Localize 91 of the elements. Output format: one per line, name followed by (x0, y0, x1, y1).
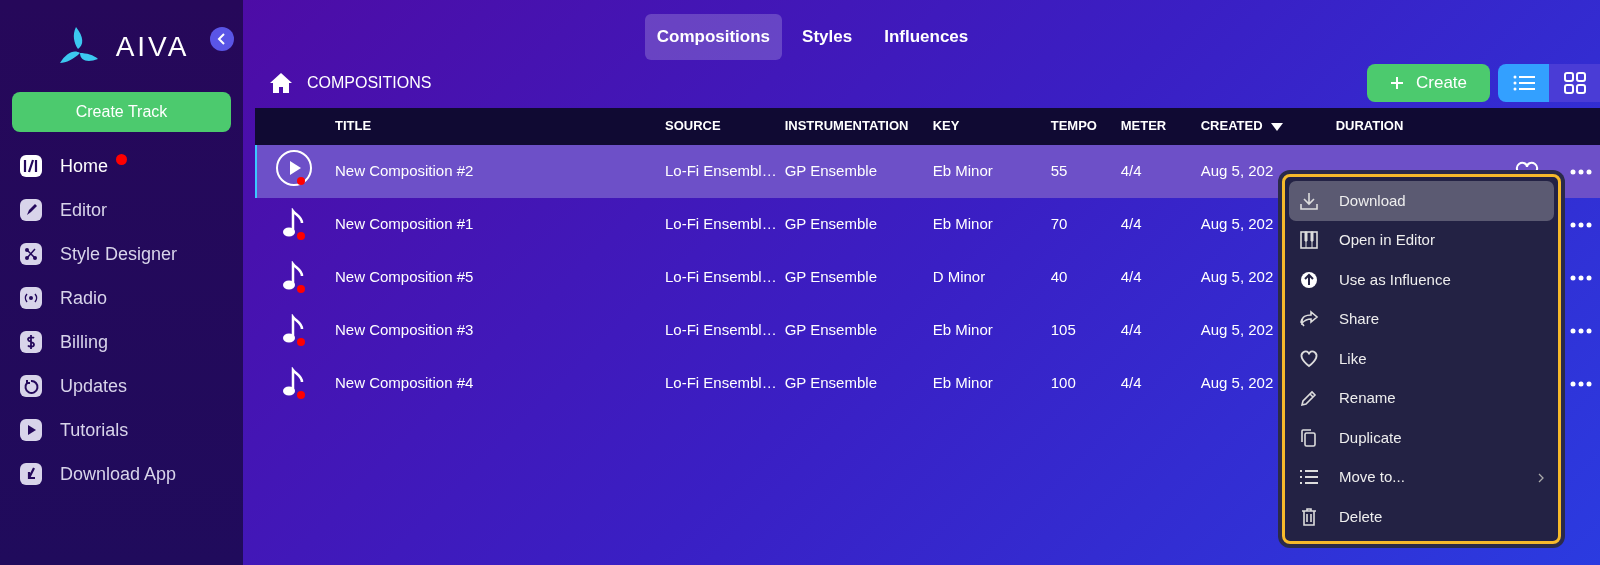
table-cell: Eb Minor (932, 320, 993, 338)
composition-title: New Composition #1 (335, 214, 474, 232)
sidebar-item[interactable]: Tutorials (12, 408, 231, 452)
table-cell: D Minor (932, 267, 986, 285)
music-note-icon[interactable] (282, 260, 306, 291)
composition-title: New Composition #2 (335, 161, 474, 179)
sidebar-item[interactable]: Updates (12, 364, 231, 408)
column-header[interactable]: CREATED (1200, 118, 1263, 134)
breadcrumb-text: COMPOSITIONS (307, 72, 432, 93)
table-cell: Lo-Fi Ensembl… (665, 161, 777, 179)
heart-icon (1299, 348, 1319, 369)
table-cell: 4/4 (1120, 214, 1142, 232)
tab[interactable]: Compositions (644, 14, 783, 60)
table-cell: Aug 5, 202 (1200, 267, 1274, 285)
table-cell: GP Ensemble (784, 373, 877, 391)
menu-item[interactable]: Rename (1289, 378, 1554, 418)
table-cell: 100 (1050, 373, 1076, 391)
music-note-icon[interactable] (282, 207, 306, 238)
download-icon (1299, 190, 1319, 211)
column-header[interactable]: TITLE (335, 118, 372, 134)
table-cell: 40 (1050, 267, 1068, 285)
sort-arrow-icon[interactable] (1270, 121, 1283, 132)
more-icon[interactable] (1570, 168, 1592, 175)
sidebar-item[interactable]: Editor (12, 188, 231, 232)
pencil-icon (20, 199, 42, 221)
chevron-icon (1538, 473, 1544, 484)
table-cell: 4/4 (1120, 373, 1142, 391)
composition-title: New Composition #3 (335, 320, 474, 338)
table-cell: 55 (1050, 161, 1068, 179)
table-cell: Lo-Fi Ensembl… (665, 373, 777, 391)
menu-item[interactable]: Delete (1289, 497, 1554, 537)
menu-item[interactable]: Like (1289, 339, 1554, 379)
nodes-icon (20, 243, 42, 265)
refresh-icon (20, 375, 42, 397)
download-icon (20, 463, 42, 485)
upload-icon (1299, 269, 1319, 290)
table-cell: Aug 5, 202 (1200, 214, 1274, 232)
logo-text: AIVA (115, 30, 190, 64)
table-cell: Aug 5, 202 (1200, 373, 1274, 391)
table-cell: GP Ensemble (784, 320, 877, 338)
table-cell: Lo-Fi Ensembl… (665, 214, 777, 232)
table-cell: 4/4 (1120, 161, 1142, 179)
menu-item[interactable]: Download (1289, 181, 1554, 221)
table-cell: GP Ensemble (784, 267, 877, 285)
trash-icon (1299, 506, 1319, 527)
table-cell: GP Ensemble (784, 214, 877, 232)
table-cell: 4/4 (1120, 320, 1142, 338)
sidebar-item[interactable]: Download App (12, 452, 231, 496)
music-note-icon[interactable] (282, 313, 306, 344)
table-cell: Eb Minor (932, 214, 993, 232)
tab[interactable]: Styles (790, 14, 865, 60)
table-cell: Aug 5, 202 (1200, 320, 1274, 338)
more-icon[interactable] (1570, 327, 1592, 334)
table-cell: 105 (1050, 320, 1076, 338)
grid-view-button[interactable] (1549, 63, 1600, 102)
tab[interactable]: Influences (872, 14, 981, 60)
sidebar-item[interactable]: Radio (12, 276, 231, 320)
table-cell: Eb Minor (932, 373, 993, 391)
column-header[interactable]: SOURCE (665, 118, 721, 134)
menu-item[interactable]: Move to... (1289, 457, 1554, 497)
grid-icon[interactable] (1563, 71, 1586, 94)
more-icon[interactable] (1570, 274, 1592, 281)
menu-item[interactable]: Use as Influence (1289, 260, 1554, 300)
table-cell: 4/4 (1120, 267, 1142, 285)
table-cell: Lo-Fi Ensembl… (665, 320, 777, 338)
column-header[interactable]: KEY (932, 118, 960, 134)
radio-icon (20, 287, 42, 309)
music-note-icon[interactable] (282, 366, 306, 397)
play-icon[interactable] (275, 148, 313, 187)
sidebar-item[interactable]: Billing (12, 320, 231, 364)
more-icon[interactable] (1570, 380, 1592, 387)
copy-icon (1299, 427, 1319, 448)
piano-icon (1299, 230, 1319, 251)
composition-title: New Composition #4 (335, 373, 474, 391)
table-cell: Lo-Fi Ensembl… (665, 267, 777, 285)
collapse-button[interactable] (210, 27, 234, 51)
composition-title: New Composition #5 (335, 267, 474, 285)
dollar-icon (20, 331, 42, 353)
table-cell: 70 (1050, 214, 1068, 232)
sidebar-item[interactable]: Style Designer (12, 232, 231, 276)
play-icon (20, 419, 42, 441)
list-view-button[interactable] (1498, 63, 1549, 102)
more-icon[interactable] (1570, 221, 1592, 228)
table-cell: GP Ensemble (784, 161, 877, 179)
sidebar-item[interactable]: Home (12, 144, 231, 188)
table-cell: Aug 5, 202 (1200, 161, 1274, 179)
pencil-icon (1299, 388, 1319, 409)
menu-item[interactable]: Share (1289, 299, 1554, 339)
menu-item[interactable]: Open in Editor (1289, 220, 1554, 260)
table-cell: Eb Minor (932, 161, 993, 179)
menu-item[interactable]: Duplicate (1289, 418, 1554, 458)
